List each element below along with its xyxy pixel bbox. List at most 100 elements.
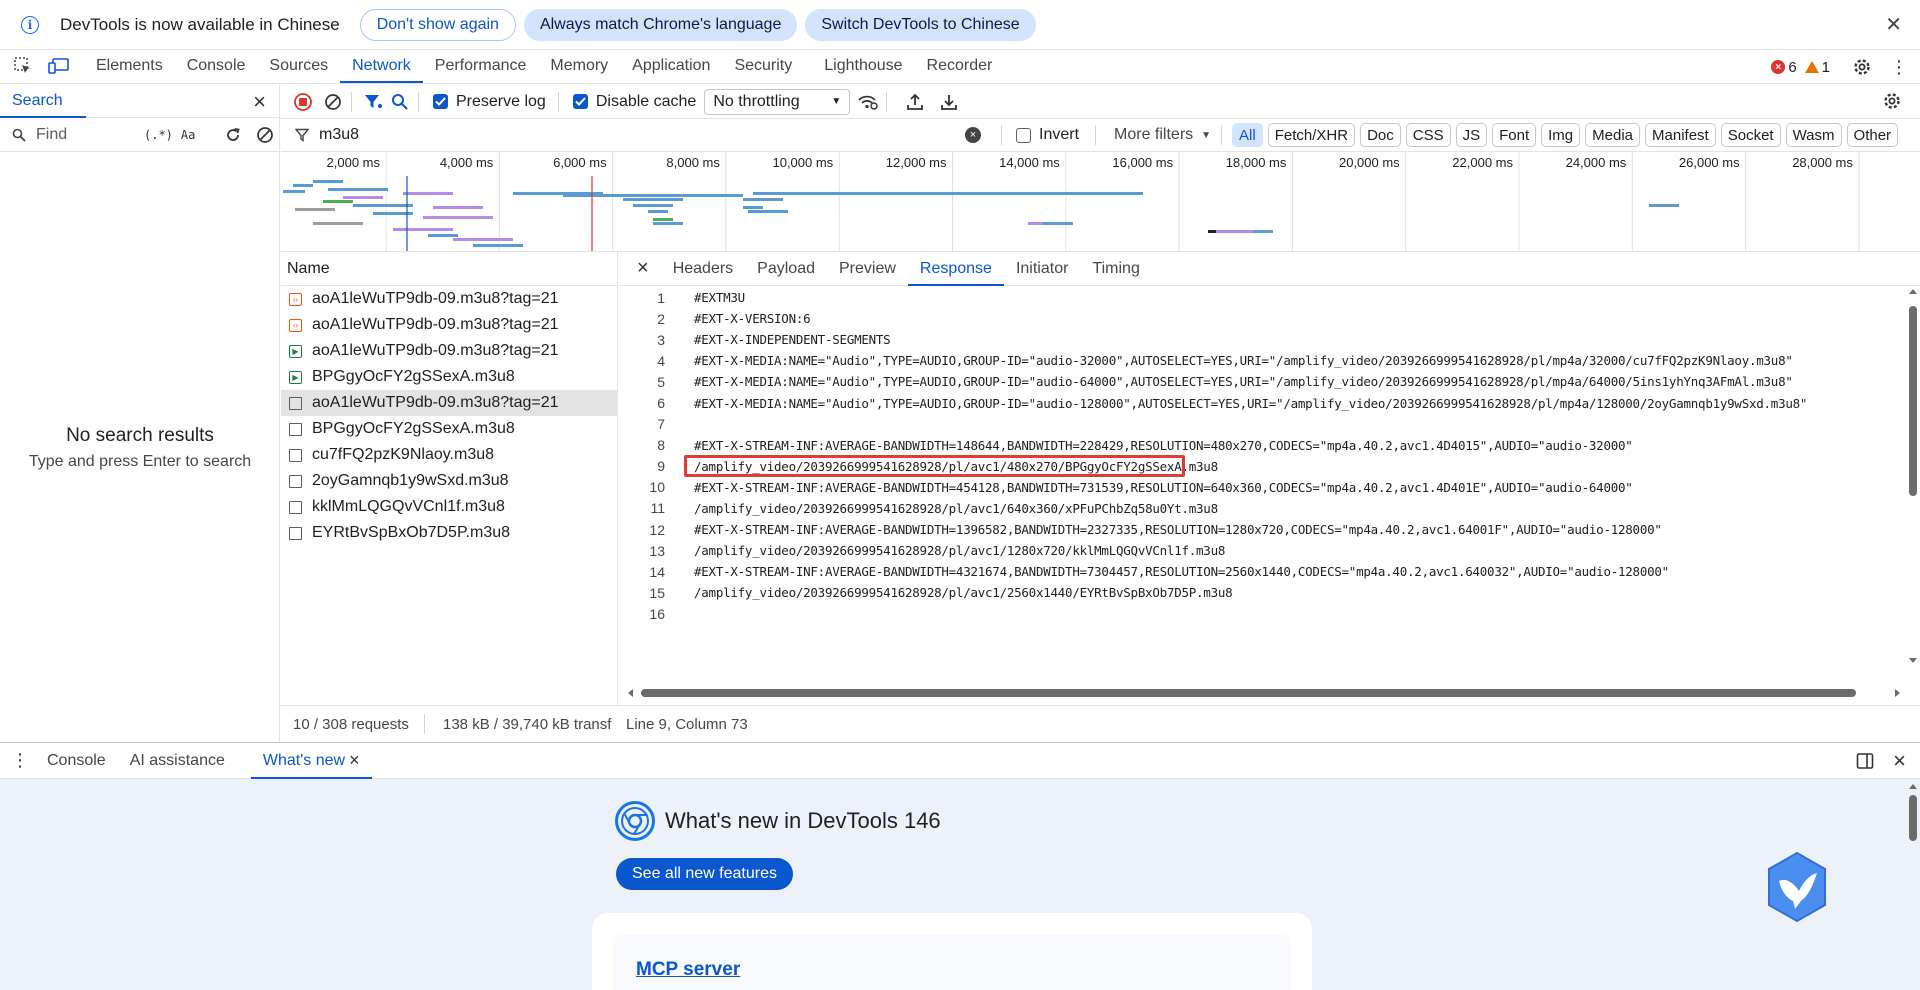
- timeline-request-bar: [393, 228, 453, 231]
- drawer-tab-ai-assistance[interactable]: AI assistance: [118, 743, 237, 779]
- close-search-icon[interactable]: ×: [253, 89, 266, 115]
- drawer-tab-what-s-new[interactable]: What's new ×: [250, 743, 372, 779]
- tab-console[interactable]: Console: [175, 49, 258, 83]
- tab-preview[interactable]: Preview: [827, 252, 908, 286]
- network-settings-gear-icon[interactable]: [1882, 91, 1902, 111]
- line-text: #EXT-X-MEDIA:NAME="Audio",TYPE=AUDIO,GRO…: [694, 374, 1793, 390]
- switch-to-chinese-button[interactable]: Switch DevTools to Chinese: [805, 8, 1036, 41]
- drawer-tab-label: AI assistance: [129, 751, 225, 769]
- request-row[interactable]: aoA1leWuTP9db-09.m3u8?tag=21: [281, 390, 617, 416]
- tab-headers[interactable]: Headers: [661, 252, 745, 286]
- type-filter-font[interactable]: Font: [1492, 123, 1537, 147]
- type-filter-other[interactable]: Other: [1846, 123, 1899, 147]
- timeline-request-bar: [1043, 222, 1073, 225]
- type-filter-js[interactable]: JS: [1455, 123, 1488, 147]
- see-all-features-button[interactable]: See all new features: [616, 858, 793, 890]
- request-name: EYRtBvSpBxOb7D5P.m3u8: [312, 524, 511, 541]
- type-filter-socket[interactable]: Socket: [1720, 123, 1781, 147]
- match-case-toggle[interactable]: Aa: [181, 128, 195, 142]
- infobar-close-icon[interactable]: ✕: [1885, 12, 1902, 37]
- request-row[interactable]: EYRtBvSpBxOb7D5P.m3u8: [281, 520, 617, 546]
- type-filter-media[interactable]: Media: [1585, 123, 1641, 147]
- tab-security[interactable]: Security: [722, 49, 804, 83]
- request-row[interactable]: cu7fFQ2pzK9Nlaoy.m3u8: [281, 442, 617, 468]
- filter-input[interactable]: m3u8 ×: [281, 121, 995, 149]
- timeline-request-bar: [1208, 230, 1216, 233]
- timeline-request-bar: [295, 208, 335, 211]
- search-tab[interactable]: Search: [0, 85, 86, 118]
- clear-filter-icon[interactable]: ×: [965, 127, 981, 143]
- type-filter-wasm[interactable]: Wasm: [1785, 123, 1842, 147]
- tab-sources[interactable]: Sources: [257, 49, 340, 83]
- tab-recorder[interactable]: Recorder: [915, 49, 1005, 83]
- device-toolbar-icon[interactable]: [48, 55, 70, 77]
- tab-application[interactable]: Application: [620, 49, 722, 83]
- request-row[interactable]: kklMmLQGQvVCnl1f.m3u8: [281, 494, 617, 520]
- request-name: aoA1leWuTP9db-09.m3u8?tag=21: [312, 316, 559, 333]
- request-name: BPGgyOcFY2gSSexA.m3u8: [312, 368, 515, 385]
- tab-timing[interactable]: Timing: [1080, 252, 1151, 286]
- tab-memory[interactable]: Memory: [538, 49, 620, 83]
- type-filter-css[interactable]: CSS: [1405, 123, 1451, 147]
- line-text: /amplify_video/2039266999541628928/pl/av…: [694, 500, 1218, 516]
- request-row[interactable]: 2oyGamnqb1y9wSxd.m3u8: [281, 468, 617, 494]
- filter-icon[interactable]: [362, 90, 386, 114]
- more-filters-dropdown[interactable]: More filters ▼: [1114, 126, 1211, 144]
- close-detail-icon[interactable]: ×: [637, 257, 649, 280]
- dont-show-again-button[interactable]: Don't show again: [359, 8, 516, 41]
- refresh-icon[interactable]: [224, 126, 242, 144]
- disable-cache-checkbox[interactable]: Disable cache: [572, 93, 696, 111]
- tab-initiator[interactable]: Initiator: [1004, 252, 1080, 286]
- request-row[interactable]: ‹› aoA1leWuTP9db-09.m3u8?tag=21: [281, 286, 617, 312]
- mcp-server-link[interactable]: MCP server: [636, 959, 740, 981]
- settings-gear-icon[interactable]: [1852, 57, 1872, 77]
- clear-search-icon[interactable]: [256, 126, 274, 144]
- clear-log-icon[interactable]: [321, 90, 345, 114]
- drawer-tab-label: What's new: [262, 751, 346, 769]
- regex-toggle[interactable]: (.*): [144, 128, 173, 142]
- tab-payload[interactable]: Payload: [745, 252, 827, 286]
- drawer-menu-icon[interactable]: ⋮: [5, 750, 35, 771]
- request-name: kklMmLQGQvVCnl1f.m3u8: [312, 498, 505, 515]
- tab-lighthouse[interactable]: Lighthouse: [812, 49, 914, 83]
- invert-checkbox[interactable]: Invert: [1016, 126, 1079, 144]
- request-row[interactable]: BPGgyOcFY2gSSexA.m3u8: [281, 416, 617, 442]
- timeline-request-bar: [403, 192, 453, 195]
- horizontal-scrollbar[interactable]: [625, 686, 1904, 700]
- stop-recording-icon[interactable]: [291, 90, 315, 114]
- inspect-element-icon[interactable]: [12, 55, 34, 77]
- request-row[interactable]: ▶ BPGgyOcFY2gSSexA.m3u8: [281, 364, 617, 390]
- name-column-header[interactable]: Name: [281, 252, 617, 286]
- network-conditions-icon[interactable]: [856, 90, 880, 114]
- request-row[interactable]: ‹› aoA1leWuTP9db-09.m3u8?tag=21: [281, 312, 617, 338]
- tab-network[interactable]: Network: [340, 49, 423, 83]
- timeline-request-bar: [353, 204, 413, 207]
- type-filter-manifest[interactable]: Manifest: [1645, 123, 1716, 147]
- type-filter-all[interactable]: All: [1232, 123, 1263, 147]
- tab-elements[interactable]: Elements: [84, 49, 175, 83]
- throttling-select[interactable]: No throttling ▼: [704, 88, 851, 115]
- preserve-log-checkbox[interactable]: Preserve log: [433, 93, 546, 111]
- dock-side-icon[interactable]: [1856, 752, 1874, 770]
- chrome-devtools-logo: [615, 801, 655, 841]
- import-har-icon[interactable]: [903, 90, 927, 114]
- type-filter-img[interactable]: Img: [1541, 123, 1581, 147]
- type-filter-fetchxhr[interactable]: Fetch/XHR: [1267, 123, 1356, 147]
- network-overview-timeline[interactable]: 2,000 ms 4,000 ms 6,000 ms 8,000 ms 10,000 m…: [281, 152, 1920, 252]
- search-network-icon[interactable]: [388, 90, 412, 114]
- drawer-tab-console[interactable]: Console: [35, 743, 118, 779]
- search-input[interactable]: Find (.*) Aa: [12, 123, 208, 147]
- export-har-icon[interactable]: [937, 90, 961, 114]
- vertical-scrollbar[interactable]: [1906, 286, 1920, 666]
- drawer-scrollbar[interactable]: [1906, 779, 1920, 990]
- close-drawer-icon[interactable]: ×: [1893, 748, 1906, 774]
- close-tab-icon[interactable]: ×: [349, 750, 360, 771]
- request-name: aoA1leWuTP9db-09.m3u8?tag=21: [312, 290, 559, 307]
- more-options-icon[interactable]: ⋮: [1890, 57, 1908, 78]
- tab-performance[interactable]: Performance: [423, 49, 539, 83]
- request-row[interactable]: ▶ aoA1leWuTP9db-09.m3u8?tag=21: [281, 338, 617, 364]
- match-language-button[interactable]: Always match Chrome's language: [523, 8, 798, 41]
- type-filter-doc[interactable]: Doc: [1360, 123, 1401, 147]
- issue-counter[interactable]: × 6 1: [1771, 59, 1830, 76]
- tab-response[interactable]: Response: [907, 252, 1005, 286]
